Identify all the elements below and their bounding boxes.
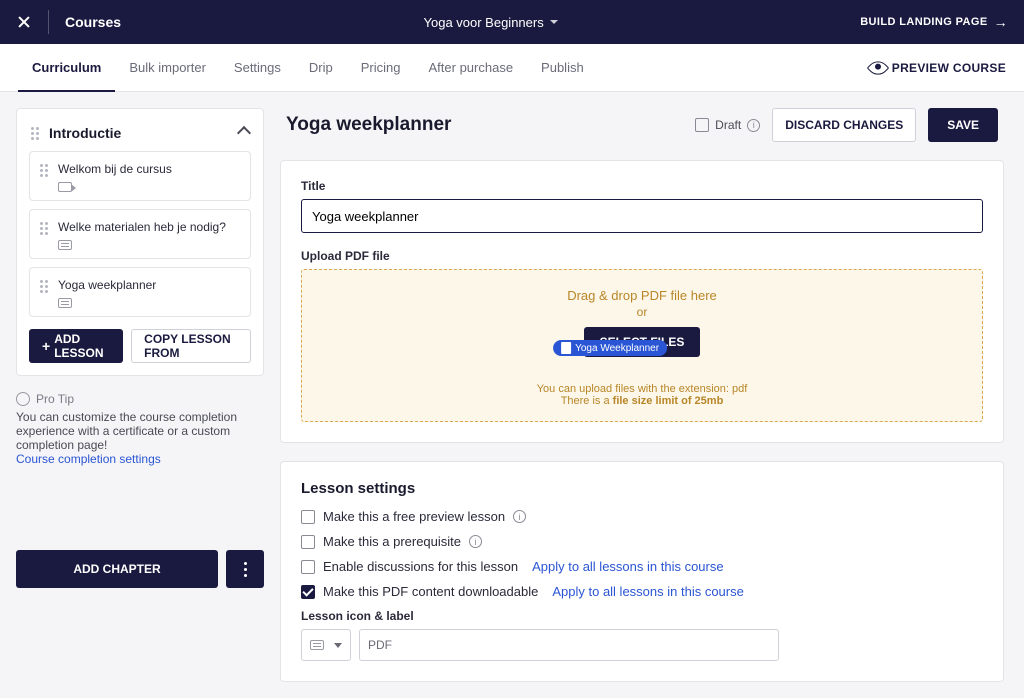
info-icon[interactable]: i — [469, 535, 482, 548]
lesson-settings-panel: Lesson settings Make this a free preview… — [280, 461, 1004, 682]
chevron-down-icon — [334, 643, 342, 648]
tab-drip[interactable]: Drip — [295, 44, 347, 92]
add-lesson-label: ADD LESSON — [54, 332, 110, 360]
discussions-checkbox[interactable] — [301, 560, 315, 574]
chapter-title: Introductie — [49, 125, 231, 141]
icon-label-heading: Lesson icon & label — [301, 609, 983, 623]
list-item[interactable]: Welke materialen heb je nodig? — [29, 209, 251, 259]
chip-label: Yoga Weekplanner — [575, 343, 659, 354]
discussions-label: Enable discussions for this lesson — [323, 559, 518, 574]
upload-dropzone[interactable]: Drag & drop PDF file here or SELECT FILE… — [301, 269, 983, 422]
divider — [48, 10, 49, 34]
arrow-right-icon: → — [994, 14, 1008, 30]
title-input[interactable] — [301, 199, 983, 233]
downloadable-checkbox[interactable] — [301, 585, 315, 599]
list-item[interactable]: Yoga weekplanner — [29, 267, 251, 317]
add-lesson-button[interactable]: +ADD LESSON — [29, 329, 123, 363]
tab-curriculum[interactable]: Curriculum — [18, 44, 115, 92]
chapter-options-button[interactable] — [226, 550, 264, 588]
lesson-name: Welkom bij de cursus — [58, 162, 240, 176]
dropzone-text: Drag & drop PDF file here — [314, 288, 970, 303]
drag-handle-icon[interactable] — [40, 222, 50, 250]
chapter-card: Introductie Welkom bij de cursus Welke m… — [16, 108, 264, 376]
course-name: Yoga voor Beginners — [424, 15, 544, 30]
copy-lesson-button[interactable]: COPY LESSON FROM — [131, 329, 251, 363]
prerequisite-checkbox[interactable] — [301, 535, 315, 549]
free-preview-checkbox[interactable] — [301, 510, 315, 524]
discard-button[interactable]: DISCARD CHANGES — [772, 108, 916, 142]
lesson-label-input[interactable]: PDF — [359, 629, 779, 661]
chevron-up-icon — [237, 126, 251, 140]
upload-label: Upload PDF file — [301, 249, 983, 263]
tab-settings[interactable]: Settings — [220, 44, 295, 92]
info-icon[interactable]: i — [747, 119, 760, 132]
build-label: BUILD LANDING PAGE — [860, 16, 987, 28]
apply-all-link[interactable]: Apply to all lessons in this course — [552, 584, 743, 599]
drag-handle-icon[interactable] — [31, 127, 41, 140]
checkbox-icon[interactable] — [695, 118, 709, 132]
dropzone-or: or — [314, 305, 970, 319]
text-icon — [58, 240, 72, 250]
course-completion-link[interactable]: Course completion settings — [16, 452, 161, 466]
info-icon[interactable]: i — [513, 510, 526, 523]
page-title: Yoga weekplanner — [286, 114, 451, 136]
breadcrumb[interactable]: Courses — [65, 14, 121, 30]
tab-bulk-importer[interactable]: Bulk importer — [115, 44, 220, 92]
drag-handle-icon[interactable] — [40, 164, 50, 192]
close-icon[interactable] — [16, 14, 32, 30]
draft-toggle[interactable]: Draft i — [695, 118, 760, 132]
list-item[interactable]: Welkom bij de cursus — [29, 151, 251, 201]
add-chapter-button[interactable]: ADD CHAPTER — [16, 550, 218, 588]
gear-icon — [16, 392, 30, 406]
label-placeholder: PDF — [368, 638, 392, 652]
downloadable-label: Make this PDF content downloadable — [323, 584, 538, 599]
preview-label: PREVIEW COURSE — [892, 61, 1006, 75]
protip-body: You can customize the course completion … — [16, 410, 264, 452]
tab-publish[interactable]: Publish — [527, 44, 598, 92]
lesson-name: Yoga weekplanner — [58, 278, 240, 292]
eye-icon — [866, 56, 889, 79]
tab-after-purchase[interactable]: After purchase — [415, 44, 528, 92]
extension-note: You can upload files with the extension:… — [314, 383, 970, 395]
preview-course-button[interactable]: PREVIEW COURSE — [870, 60, 1006, 76]
pdf-icon — [310, 640, 324, 650]
pro-tip: Pro Tip You can customize the course com… — [16, 392, 264, 466]
lesson-name: Welke materialen heb je nodig? — [58, 220, 240, 234]
video-icon — [58, 182, 72, 192]
document-icon — [561, 342, 571, 354]
drag-handle-icon[interactable] — [40, 280, 50, 308]
chapter-toggle[interactable]: Introductie — [29, 121, 251, 151]
plus-icon: + — [42, 338, 50, 354]
drag-file-chip: Yoga Weekplanner — [553, 340, 667, 356]
lesson-icon-select[interactable] — [301, 629, 351, 661]
size-note: There is a file size limit of 25mb — [314, 395, 970, 407]
build-landing-page-button[interactable]: BUILD LANDING PAGE → — [860, 14, 1008, 30]
draft-label: Draft — [715, 118, 741, 132]
editor-panel: Title Upload PDF file Drag & drop PDF fi… — [280, 160, 1004, 443]
pdf-icon — [58, 298, 72, 308]
protip-heading: Pro Tip — [36, 392, 74, 406]
tab-pricing[interactable]: Pricing — [347, 44, 415, 92]
apply-all-link[interactable]: Apply to all lessons in this course — [532, 559, 723, 574]
chevron-down-icon — [550, 20, 558, 24]
title-label: Title — [301, 179, 983, 193]
free-preview-label: Make this a free preview lesson — [323, 509, 505, 524]
settings-heading: Lesson settings — [301, 480, 983, 497]
save-button[interactable]: SAVE — [928, 108, 998, 142]
course-selector[interactable]: Yoga voor Beginners — [121, 15, 860, 30]
prerequisite-label: Make this a prerequisite — [323, 534, 461, 549]
